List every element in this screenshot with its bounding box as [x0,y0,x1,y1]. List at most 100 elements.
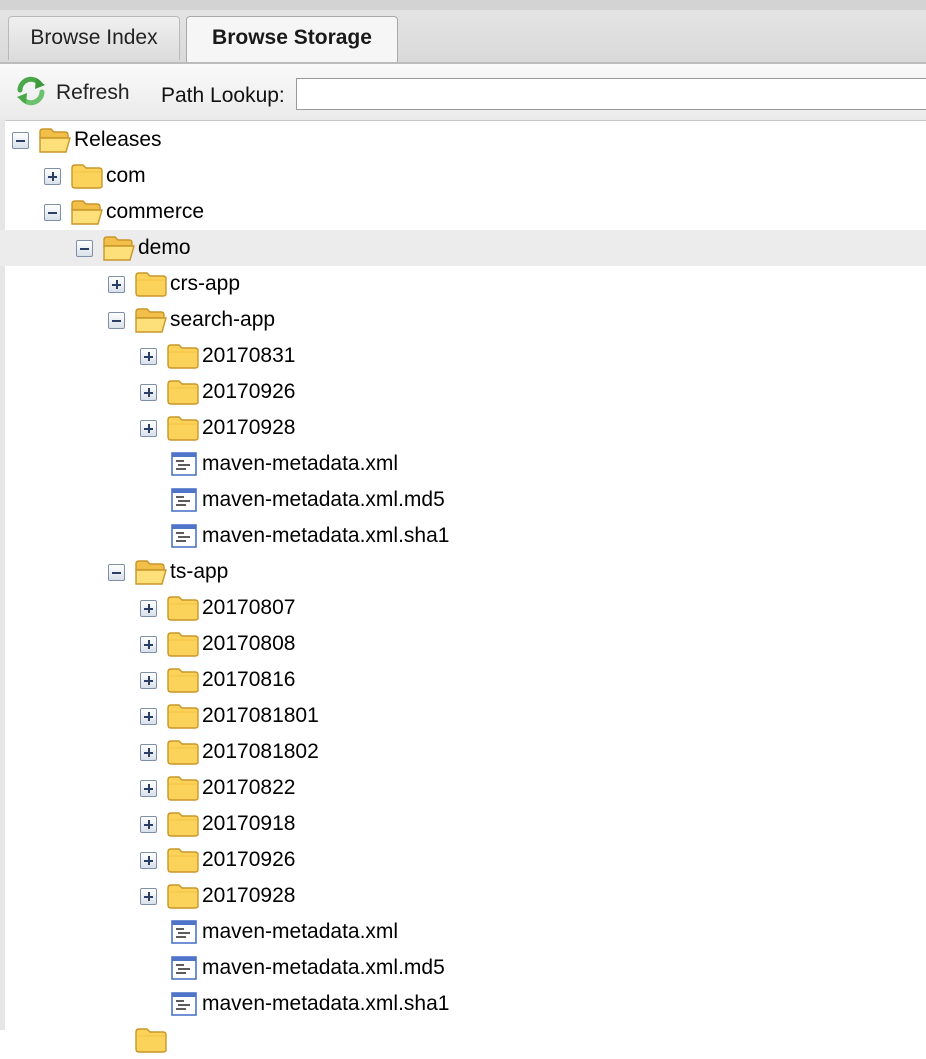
tree-folder-row[interactable]: 20170926 [0,842,926,878]
tree-node-label[interactable]: maven-metadata.xml.md5 [202,956,445,980]
file-icon [170,918,198,951]
refresh-icon [14,76,48,111]
folder-icon [134,1026,168,1059]
tab-bar: Browse Index Browse Storage [0,0,926,64]
tree-node-label[interactable]: 20170816 [202,668,295,692]
collapse-toggle-icon[interactable] [44,204,61,221]
expand-toggle-icon[interactable] [140,852,157,869]
collapse-toggle-icon[interactable] [76,240,93,257]
expand-toggle-icon[interactable] [140,384,157,401]
tree-node-label[interactable]: 20170926 [202,848,295,872]
tree-folder-row[interactable]: ts-app [0,554,926,590]
tree-node-label[interactable]: 20170831 [202,344,295,368]
expand-toggle-icon[interactable] [140,636,157,653]
tree-folder-row-partial [0,1022,926,1058]
path-lookup-input[interactable] [296,78,926,110]
tree-node-label[interactable]: 20170808 [202,632,295,656]
folder-icon [166,666,200,699]
toolbar: Refresh Path Lookup: [0,64,926,121]
tree-file-row[interactable]: maven-metadata.xml [0,914,926,950]
tree-node-label[interactable]: crs-app [170,272,240,296]
tree-folder-row[interactable]: 2017081801 [0,698,926,734]
expand-toggle-icon[interactable] [140,780,157,797]
tree-node-label[interactable]: demo [138,236,191,260]
expand-toggle-icon[interactable] [140,708,157,725]
expand-toggle-icon[interactable] [140,888,157,905]
tree-node-label[interactable]: search-app [170,308,275,332]
tree-folder-row[interactable]: Releases [0,122,926,158]
folder-icon [70,162,104,195]
tree-folder-row[interactable]: 20170822 [0,770,926,806]
folder-open-icon [134,558,168,591]
folder-icon [166,630,200,663]
folder-open-icon [102,234,136,267]
tab-browse-index[interactable]: Browse Index [8,16,180,60]
tree-folder-row[interactable]: demo [0,230,926,266]
expand-toggle-icon[interactable] [140,600,157,617]
tree-folder-row[interactable]: commerce [0,194,926,230]
file-icon [170,522,198,555]
folder-icon [166,738,200,771]
refresh-button[interactable]: Refresh [14,76,130,111]
tree-folder-row[interactable]: 20170926 [0,374,926,410]
tree-file-row[interactable]: maven-metadata.xml.md5 [0,482,926,518]
tree-folder-row[interactable]: 20170928 [0,878,926,914]
expand-toggle-icon[interactable] [140,348,157,365]
tree-folder-row[interactable]: 2017081802 [0,734,926,770]
expand-toggle-icon[interactable] [44,168,61,185]
tree-node-label[interactable]: 20170918 [202,812,295,836]
tree-node-label[interactable]: maven-metadata.xml [202,920,398,944]
tree-node-label[interactable]: maven-metadata.xml.sha1 [202,524,449,548]
tab-browse-storage[interactable]: Browse Storage [186,16,398,64]
tree-node-label[interactable]: 20170807 [202,596,295,620]
tree-node-label[interactable]: com [106,164,146,188]
tree-node-label[interactable]: 2017081802 [202,740,319,764]
folder-icon [166,810,200,843]
tree-node-label[interactable]: 20170822 [202,776,295,800]
tree-node-label[interactable]: maven-metadata.xml.md5 [202,488,445,512]
tree-folder-row[interactable]: com [0,158,926,194]
tree-node-label[interactable]: 20170926 [202,380,295,404]
tab-bar-top-edge [0,0,926,10]
folder-open-icon [38,126,72,159]
tree-folder-row[interactable]: crs-app [0,266,926,302]
tree-folder-row[interactable]: 20170918 [0,806,926,842]
tree-folder-row[interactable]: 20170808 [0,626,926,662]
tree-folder-row[interactable]: 20170816 [0,662,926,698]
expand-toggle-icon[interactable] [140,672,157,689]
expand-toggle-icon[interactable] [108,276,125,293]
collapse-toggle-icon[interactable] [108,312,125,329]
tree-file-row[interactable]: maven-metadata.xml.sha1 [0,518,926,554]
folder-icon [166,378,200,411]
folder-icon [166,882,200,915]
folder-icon [166,774,200,807]
expand-toggle-icon[interactable] [140,816,157,833]
tree-folder-row[interactable]: 20170807 [0,590,926,626]
tree-node-label[interactable]: 2017081801 [202,704,319,728]
tree-node-label[interactable]: commerce [106,200,204,224]
tree-node-label[interactable]: 20170928 [202,884,295,908]
tree-node-label[interactable]: maven-metadata.xml [202,452,398,476]
file-icon [170,954,198,987]
file-icon [170,486,198,519]
tree-node-label[interactable]: 20170928 [202,416,295,440]
tree-folder-row[interactable]: search-app [0,302,926,338]
tree-folder-row[interactable]: 20170831 [0,338,926,374]
tree-node-label[interactable]: Releases [74,128,162,152]
tree-file-row[interactable]: maven-metadata.xml [0,446,926,482]
path-lookup-label: Path Lookup: [161,84,285,107]
tree-folder-row[interactable]: 20170928 [0,410,926,446]
collapse-toggle-icon[interactable] [12,132,29,149]
tree-file-row[interactable]: maven-metadata.xml.sha1 [0,986,926,1022]
tree-node-label[interactable]: ts-app [170,560,228,584]
folder-icon [166,342,200,375]
tree-file-row[interactable]: maven-metadata.xml.md5 [0,950,926,986]
folder-open-icon [70,198,104,231]
file-icon [170,450,198,483]
refresh-label: Refresh [56,81,130,104]
expand-toggle-icon[interactable] [140,420,157,437]
collapse-toggle-icon[interactable] [108,564,125,581]
tree-node-label[interactable]: maven-metadata.xml.sha1 [202,992,449,1016]
expand-toggle-icon[interactable] [140,744,157,761]
file-icon [170,990,198,1023]
